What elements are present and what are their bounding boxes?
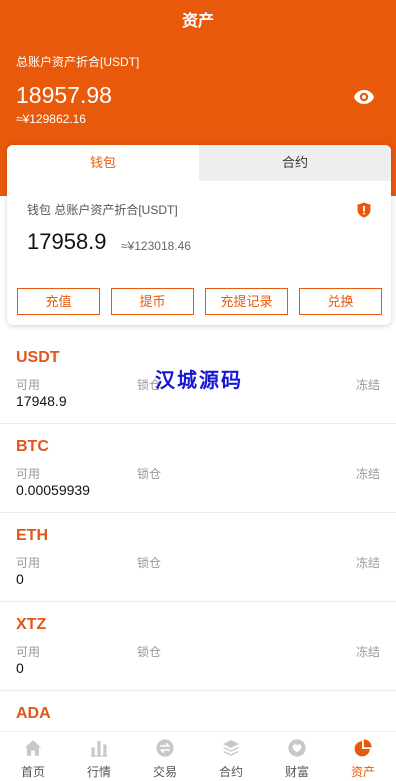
account-tabs: 钱包 合约 (7, 145, 391, 181)
tab-wallet[interactable]: 钱包 (7, 145, 199, 181)
nav-label: 交易 (152, 765, 177, 779)
nav-label: 首页 (20, 765, 45, 779)
frozen-label: 冻结 (355, 378, 380, 392)
nav-item-home[interactable]: 首页 (0, 732, 66, 781)
nav-label: 行情 (86, 765, 111, 779)
asset-symbol: XTZ (16, 616, 47, 633)
available-label: 可用 (16, 467, 41, 481)
bottom-nav: 首页 行情 交易 合约 财富 资产 (0, 731, 396, 781)
assets-screen: 资产 总账户资产折合[USDT] 18957.98 ≈¥129862.16 钱包… (0, 0, 396, 781)
wallet-total-cny: ≈¥123018.46 (121, 239, 191, 253)
nav-item-assets[interactable]: 资产 (330, 732, 396, 781)
withdraw-button[interactable]: 提币 (111, 288, 194, 315)
page-title: 资产 (181, 13, 214, 30)
locked-label: 锁仓 (137, 467, 162, 481)
available-label: 可用 (16, 556, 41, 570)
layers-icon (223, 740, 239, 756)
available-value: 0.00059939 (16, 482, 90, 498)
locked-label: 锁仓 (137, 645, 162, 659)
wallet-total-label: 钱包 总账户资产折合[USDT] (27, 203, 178, 217)
watermark-text: 汉城源码 (155, 370, 243, 392)
nav-label: 财富 (284, 765, 309, 779)
nav-item-wealth[interactable]: 财富 (264, 732, 330, 781)
asset-symbol: BTC (16, 438, 49, 455)
wallet-actions: 充值 提币 充提记录 兑换 (17, 288, 382, 315)
total-assets-value: 18957.98 (16, 82, 112, 108)
frozen-label: 冻结 (355, 556, 380, 570)
home-icon (24, 740, 42, 756)
asset-symbol: ETH (16, 527, 48, 544)
available-value: 0 (16, 571, 24, 587)
asset-row-eth[interactable]: ETH 可用 锁仓 冻结 0 (0, 513, 396, 602)
nav-label: 资产 (350, 765, 375, 779)
total-assets-cny: ≈¥129862.16 (16, 112, 86, 126)
pie-chart-icon (354, 739, 372, 757)
asset-row-btc[interactable]: BTC 可用 锁仓 冻结 0.00059939 (0, 424, 396, 513)
asset-list: USDT 可用 锁仓 冻结 17948.9 BTC 可用 锁仓 冻结 0.000… (0, 335, 396, 780)
asset-symbol: ADA (16, 705, 51, 722)
wallet-total-value: 17958.9 (27, 229, 107, 254)
available-value: 17948.9 (16, 393, 67, 409)
nav-label: 合约 (218, 765, 243, 779)
asset-symbol: USDT (16, 349, 60, 366)
bar-chart-icon (90, 741, 108, 757)
transaction-history-button[interactable]: 充提记录 (205, 288, 288, 315)
total-assets-label: 总账户资产折合[USDT] (16, 55, 140, 69)
available-value: 0 (16, 660, 24, 676)
convert-button[interactable]: 兑换 (299, 288, 382, 315)
heart-circle-icon (288, 739, 306, 757)
available-label: 可用 (16, 645, 41, 659)
frozen-label: 冻结 (355, 645, 380, 659)
tab-contract[interactable]: 合约 (199, 145, 391, 181)
exchange-icon (156, 739, 174, 757)
shield-icon[interactable] (357, 202, 371, 218)
asset-row-xtz[interactable]: XTZ 可用 锁仓 冻结 0 (0, 602, 396, 691)
nav-item-market[interactable]: 行情 (66, 732, 132, 781)
wallet-card: 钱包 合约 钱包 总账户资产折合[USDT] 17958.9 ≈¥123018.… (7, 145, 391, 325)
eye-icon[interactable] (353, 89, 375, 105)
available-label: 可用 (16, 378, 41, 392)
frozen-label: 冻结 (355, 467, 380, 481)
nav-item-trade[interactable]: 交易 (132, 732, 198, 781)
deposit-button[interactable]: 充值 (17, 288, 100, 315)
locked-label: 锁仓 (137, 556, 162, 570)
nav-item-contract[interactable]: 合约 (198, 732, 264, 781)
